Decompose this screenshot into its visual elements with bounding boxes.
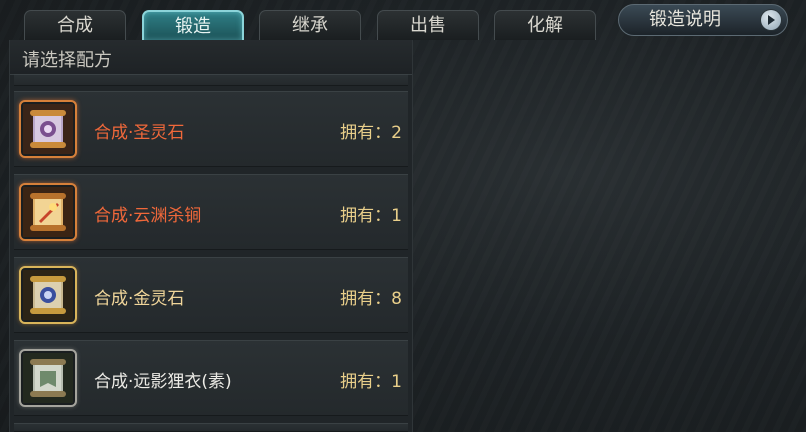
recipe-name: 合成·远影狸衣(素) xyxy=(94,372,232,392)
tab-synthesize[interactable]: 合成 xyxy=(24,10,126,40)
tab-sell[interactable]: 出售 xyxy=(377,10,479,40)
play-arrow-icon xyxy=(761,10,781,30)
recipe-owned-count: 拥有：1 xyxy=(340,372,402,392)
recipe-panel: 请选择配方 合成·圣灵石 拥有：2 合成·云渊杀锏 拥有：1 合成·金灵石 拥有… xyxy=(9,40,413,432)
forge-help-button[interactable]: 锻造说明 xyxy=(618,4,788,36)
list-item-partial[interactable] xyxy=(14,423,408,432)
tab-inherit[interactable]: 继承 xyxy=(259,10,361,40)
recipe-item[interactable]: 合成·云渊杀锏 拥有：1 xyxy=(14,174,408,250)
tab-forge[interactable]: 锻造 xyxy=(142,10,244,40)
recipe-name: 合成·云渊杀锏 xyxy=(94,206,202,226)
recipe-owned-count: 拥有：2 xyxy=(340,123,402,143)
forge-help-label: 锻造说明 xyxy=(649,9,721,30)
recipe-item[interactable]: 合成·圣灵石 拥有：2 xyxy=(14,91,408,167)
recipe-name: 合成·圣灵石 xyxy=(94,123,185,143)
recipe-owned-count: 拥有：8 xyxy=(340,289,402,309)
scroll-icon xyxy=(19,349,77,407)
list-item-partial[interactable] xyxy=(14,74,408,86)
recipe-owned-count: 拥有：1 xyxy=(340,206,402,226)
scroll-icon xyxy=(19,183,77,241)
recipe-panel-title: 请选择配方 xyxy=(22,50,112,71)
scroll-icon xyxy=(19,266,77,324)
recipe-item[interactable]: 合成·金灵石 拥有：8 xyxy=(14,257,408,333)
recipe-item[interactable]: 合成·远影狸衣(素) 拥有：1 xyxy=(14,340,408,416)
recipe-name: 合成·金灵石 xyxy=(94,289,185,309)
scroll-icon xyxy=(19,100,77,158)
tab-dissolve[interactable]: 化解 xyxy=(494,10,596,40)
recipe-panel-header: 请选择配方 xyxy=(10,40,412,75)
